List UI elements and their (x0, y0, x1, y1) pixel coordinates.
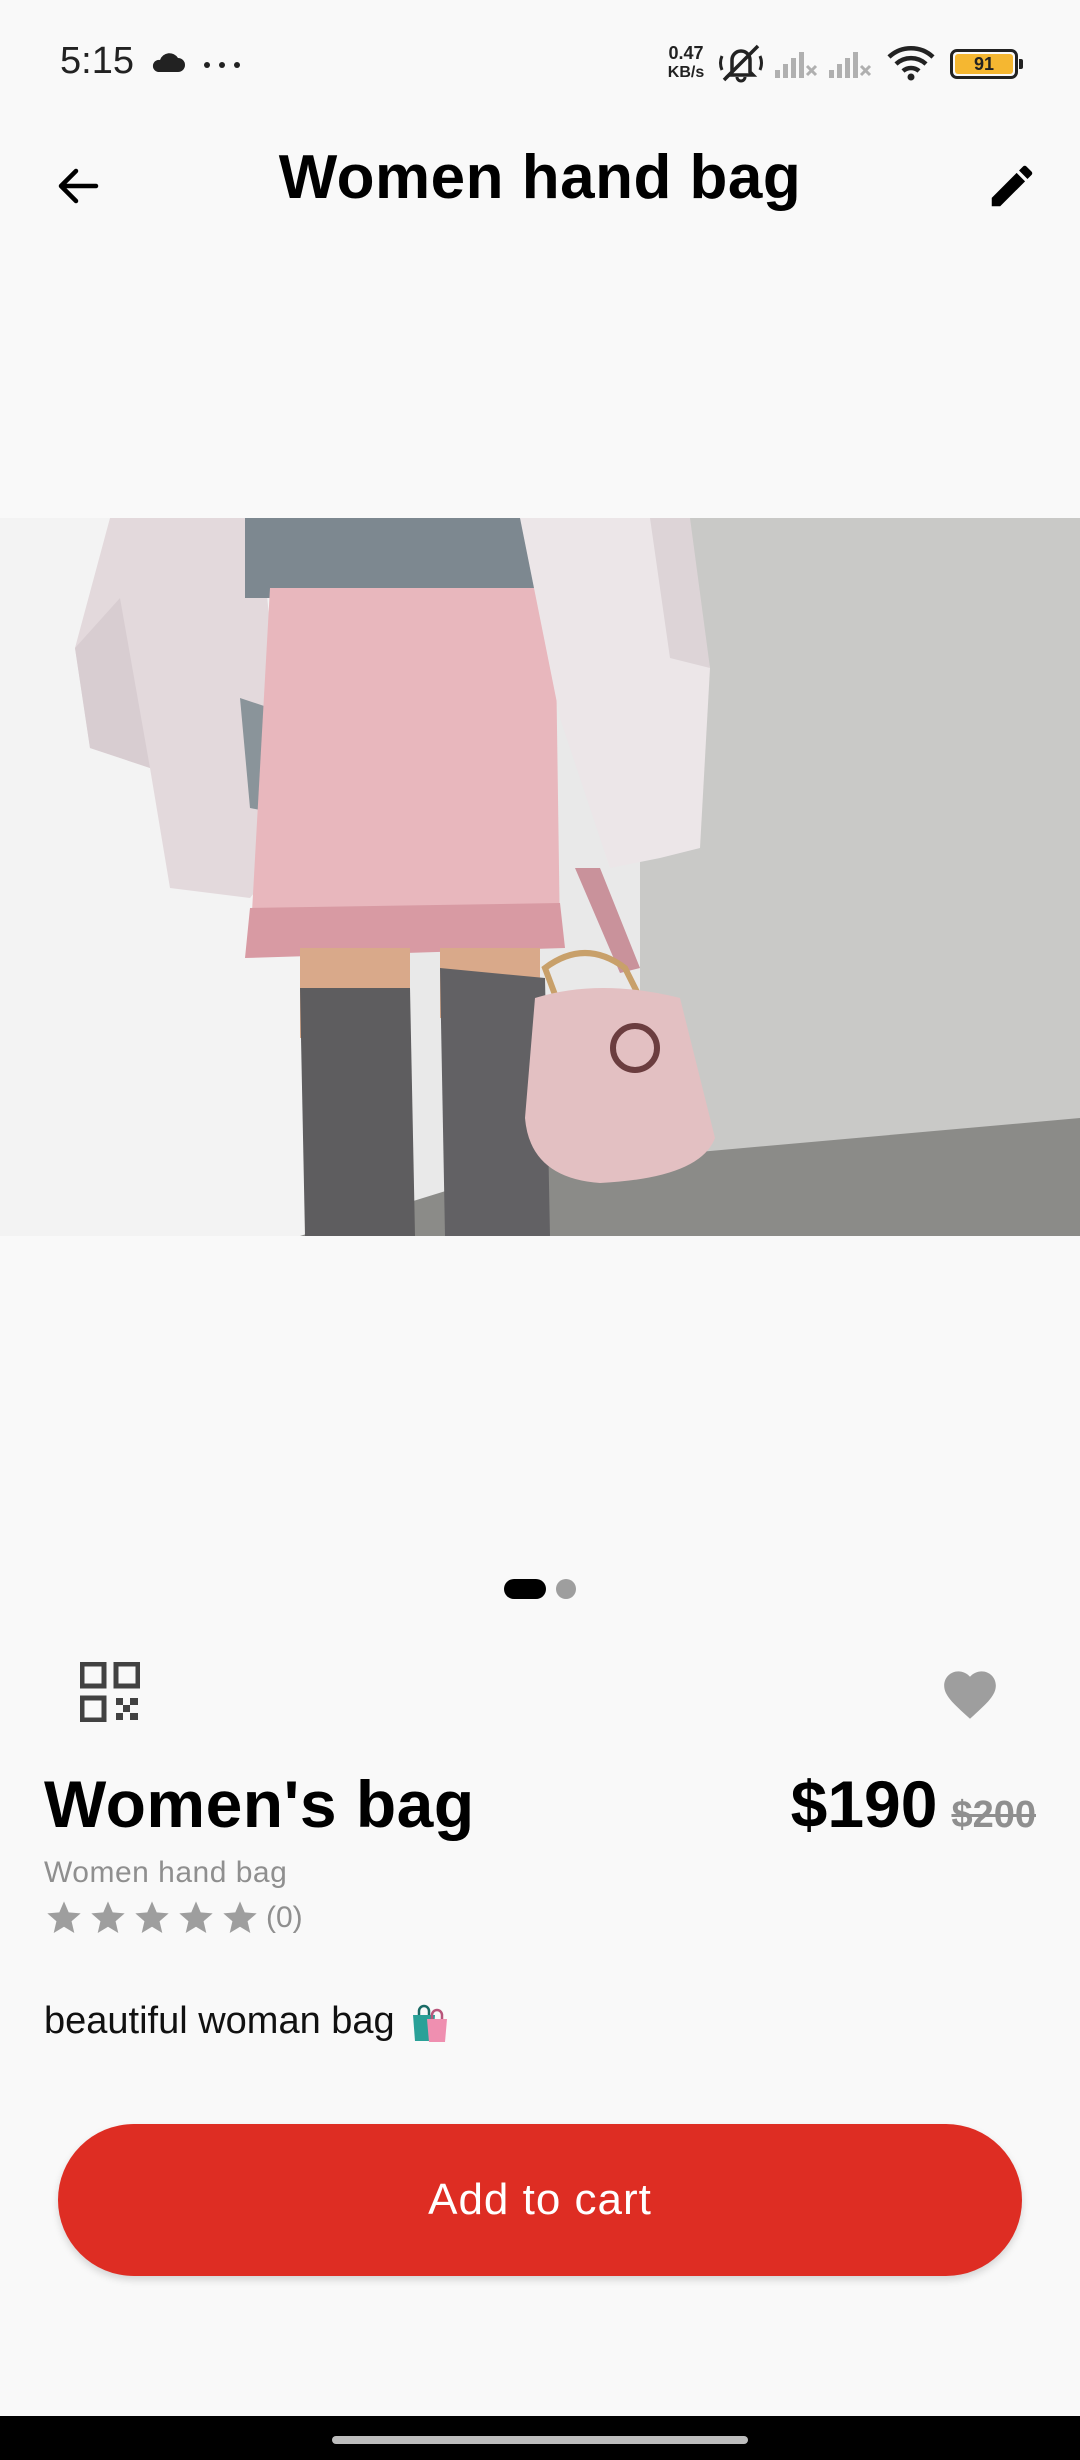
qr-code-button[interactable] (72, 1654, 148, 1730)
network-speed: 0.47 KB/s (667, 43, 705, 82)
wifi-icon (887, 46, 935, 81)
battery-level: 91 (955, 54, 1013, 74)
signal-no-service-icon (829, 52, 872, 78)
rating-count: (0) (266, 1901, 303, 1934)
heart-icon (944, 1671, 996, 1719)
carousel-dot[interactable] (556, 1579, 576, 1599)
signal-no-service-icon (775, 52, 818, 78)
star-icon (179, 1901, 213, 1933)
system-nav-bar (0, 2416, 1080, 2460)
product-description: beautiful woman bag (44, 2000, 451, 2043)
star-icon (91, 1901, 125, 1933)
shopping-bags-icon (412, 2004, 447, 2042)
app-bar: Women hand bag (0, 128, 1080, 232)
edit-button[interactable] (974, 148, 1050, 224)
qr-code-icon (80, 1662, 140, 1722)
product-price: $190 (790, 1767, 938, 1841)
back-button[interactable] (40, 148, 116, 224)
product-image[interactable] (0, 518, 1080, 1236)
cloud-icon (152, 53, 185, 72)
status-time: 5:15 (60, 40, 134, 82)
battery-indicator: 91 (950, 49, 1023, 79)
add-to-cart-button[interactable]: Add to cart (58, 2124, 1022, 2276)
product-detail-screen: 5:15 0.47 KB/s 91 Women hand bag Women's… (0, 0, 1080, 2460)
arrow-left-icon (58, 168, 99, 204)
rating[interactable]: (0) (44, 1898, 303, 1938)
status-bar: 5:15 0.47 KB/s 91 (0, 0, 1080, 128)
product-name: Women's bag (44, 1767, 475, 1841)
page-title: Women hand bag (278, 143, 802, 212)
product-category: Women hand bag (44, 1856, 288, 1889)
star-icon (223, 1901, 257, 1933)
more-dots-icon (204, 62, 240, 68)
favorite-button[interactable] (932, 1654, 1008, 1730)
original-price: $200 (951, 1794, 1036, 1836)
star-icon (135, 1901, 169, 1933)
carousel-dot-active[interactable] (504, 1579, 546, 1599)
star-icon (47, 1901, 81, 1933)
vibrate-off-icon (719, 44, 763, 83)
home-indicator[interactable] (332, 2436, 748, 2444)
price-row: $190 $200 (791, 1766, 1036, 1842)
image-carousel-indicator (0, 1578, 1080, 1600)
pencil-icon (991, 165, 1033, 207)
description-text: beautiful woman bag (44, 2000, 395, 2042)
